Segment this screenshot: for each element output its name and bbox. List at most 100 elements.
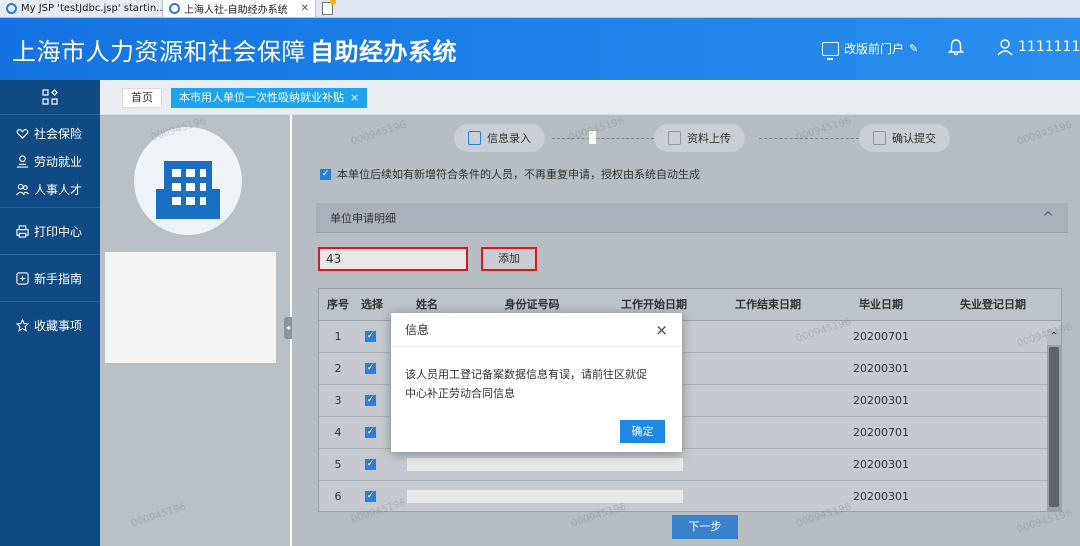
table-scrollbar[interactable]: ⌃ <box>1047 329 1061 511</box>
col-header: 失业登记日期 <box>960 298 1026 311</box>
close-icon[interactable]: × <box>655 321 668 339</box>
dialog-message-line: 该人员用工登记备案数据信息有误，请前往区就促 <box>405 368 647 381</box>
confirm-icon <box>873 131 886 145</box>
next-step-button[interactable]: 下一步 <box>672 515 738 539</box>
dialog-title: 信息 <box>405 323 430 337</box>
bell-icon[interactable] <box>948 38 964 56</box>
new-tab-button[interactable] <box>316 0 338 17</box>
building-icon <box>156 161 220 219</box>
close-tab-icon[interactable]: ✕ <box>301 3 309 14</box>
id-number-input[interactable]: 43 <box>318 247 468 271</box>
star-icon <box>16 318 29 332</box>
step-upload: 资料上传 <box>654 124 745 152</box>
edit-icon: ✎ <box>909 42 919 55</box>
table-row[interactable]: 6 ✓ 20200301 <box>319 481 1061 511</box>
avatar <box>134 127 242 235</box>
sidebar-item-label: 新手指南 <box>34 271 83 286</box>
unit-info-card <box>105 252 276 363</box>
step-connector <box>552 138 654 139</box>
sidebar-item-print-center[interactable]: 打印中心 <box>0 212 100 250</box>
graduation-date: 20200701 <box>853 426 909 439</box>
graduation-date: 20200301 <box>853 362 909 375</box>
info-dialog: 信息 × 该人员用工登记备案数据信息有误，请前往区就促 中心补正劳动合同信息 确… <box>391 313 682 452</box>
add-button[interactable]: 添加 <box>481 247 537 271</box>
authorize-checkbox[interactable]: ✓ <box>320 168 331 180</box>
sidebar-group-favorites: 收藏事项 <box>0 302 100 348</box>
sidebar-item-hr-talent[interactable]: 人事人才 <box>0 175 100 203</box>
sidebar: 社会保险 劳动就业 人事人才 打印中心 新手指南 收藏事项 <box>0 80 100 546</box>
browser-tab-jsp[interactable]: My JSP 'testJdbc.jsp' startin... <box>0 0 166 17</box>
browser-tab-strip: My JSP 'testJdbc.jsp' startin... 上海人社-自助… <box>0 0 1080 18</box>
title-bold: 自助经办系统 <box>310 38 457 66</box>
authorize-label: 本单位后续如有新增符合条件的人员，不再重复申请，授权由系统自动生成 <box>337 168 700 181</box>
person-badge-icon <box>16 154 29 168</box>
printer-icon <box>16 224 29 238</box>
dialog-header: 信息 × <box>391 313 682 347</box>
grid-icon <box>42 89 58 105</box>
row-checkbox[interactable]: ✓ <box>365 427 376 438</box>
unit-info-panel <box>100 115 290 546</box>
user-icon <box>997 39 1013 56</box>
old-portal-link[interactable]: 改版前门户 ✎ <box>822 40 919 60</box>
user-menu[interactable]: 11111111 <box>996 38 1080 56</box>
redacted-cell <box>407 490 683 503</box>
browser-tab-label: 上海人社-自助经办系统 <box>184 5 288 16</box>
table-row[interactable]: 5 ✓ 20200301 <box>319 449 1061 481</box>
graduation-date: 20200301 <box>853 394 909 407</box>
sidebar-group-guide: 新手指南 <box>0 255 100 302</box>
row-number: 5 <box>334 458 342 471</box>
scroll-up-icon[interactable]: ⌃ <box>1047 329 1061 345</box>
step-label: 资料上传 <box>687 132 731 145</box>
sidebar-group-main: 社会保险 劳动就业 人事人才 <box>0 115 100 208</box>
redacted-cell <box>407 458 683 471</box>
col-header: 毕业日期 <box>859 298 903 311</box>
title-main: 上海市人力资源和社会保障 <box>12 38 306 66</box>
step-confirm: 确认提交 <box>859 124 950 152</box>
ie-icon <box>6 3 17 14</box>
chevron-up-icon[interactable]: ^ <box>1042 210 1054 226</box>
graduation-date: 20200301 <box>853 458 909 471</box>
people-icon <box>16 183 29 195</box>
new-tab-icon <box>321 0 336 15</box>
sidebar-item-label: 社会保险 <box>34 126 83 141</box>
sidebar-item-employment[interactable]: 劳动就业 <box>0 147 100 175</box>
graduation-date: 20200301 <box>853 490 909 503</box>
form-icon <box>468 131 481 145</box>
browser-tab-label: My JSP 'testJdbc.jsp' startin... <box>21 3 166 14</box>
scrollbar-thumb[interactable] <box>1049 347 1059 507</box>
confirm-button[interactable]: 确定 <box>620 420 665 443</box>
section-title: 单位申请明细 <box>330 211 396 225</box>
tab-home[interactable]: 首页 <box>122 88 162 108</box>
collapse-panel-handle[interactable]: ◂ <box>284 317 292 339</box>
tab-label: 本市用人单位一次性吸纳就业补贴 <box>179 91 344 104</box>
dialog-message: 该人员用工登记备案数据信息有误，请前往区就促 中心补正劳动合同信息 <box>391 347 682 403</box>
browser-tab-system[interactable]: 上海人社-自助经办系统 ✕ <box>163 0 316 17</box>
monitor-icon <box>822 41 839 60</box>
sidebar-item-label: 劳动就业 <box>34 154 83 169</box>
row-checkbox[interactable]: ✓ <box>365 363 376 374</box>
auto-authorize-option[interactable]: ✓ 本单位后续如有新增符合条件的人员，不再重复申请，授权由系统自动生成 <box>320 166 700 182</box>
step-info-entry: 信息录入 <box>454 124 545 152</box>
row-checkbox[interactable]: ✓ <box>365 395 376 406</box>
sidebar-group-print: 打印中心 <box>0 208 100 255</box>
sidebar-item-beginner-guide[interactable]: 新手指南 <box>0 259 100 297</box>
guide-icon <box>16 271 29 285</box>
graduation-date: 20200701 <box>853 330 909 343</box>
sidebar-item-label: 人事人才 <box>34 182 83 197</box>
row-checkbox[interactable]: ✓ <box>365 331 376 342</box>
row-checkbox[interactable]: ✓ <box>365 459 376 470</box>
step-indicator: 信息录入 资料上传 确认提交 <box>454 124 950 152</box>
sidebar-menu-toggle[interactable] <box>0 80 100 115</box>
tab-employment-subsidy[interactable]: 本市用人单位一次性吸纳就业补贴 × <box>171 88 368 108</box>
sidebar-item-social-insurance[interactable]: 社会保险 <box>0 119 100 147</box>
app-header: 上海市人力资源和社会保障自助经办系统 改版前门户 ✎ 11111111 <box>0 18 1080 80</box>
old-portal-label: 改版前门户 <box>844 42 905 56</box>
col-header: 工作结束日期 <box>735 298 801 311</box>
col-header: 序号 <box>327 298 349 311</box>
step-label: 信息录入 <box>487 132 531 145</box>
step-label: 确认提交 <box>892 132 936 145</box>
row-checkbox[interactable]: ✓ <box>365 491 376 502</box>
sidebar-item-favorites[interactable]: 收藏事项 <box>0 306 100 344</box>
section-header[interactable]: 单位申请明细 ^ <box>316 203 1068 233</box>
close-tab-icon[interactable]: × <box>350 91 359 104</box>
